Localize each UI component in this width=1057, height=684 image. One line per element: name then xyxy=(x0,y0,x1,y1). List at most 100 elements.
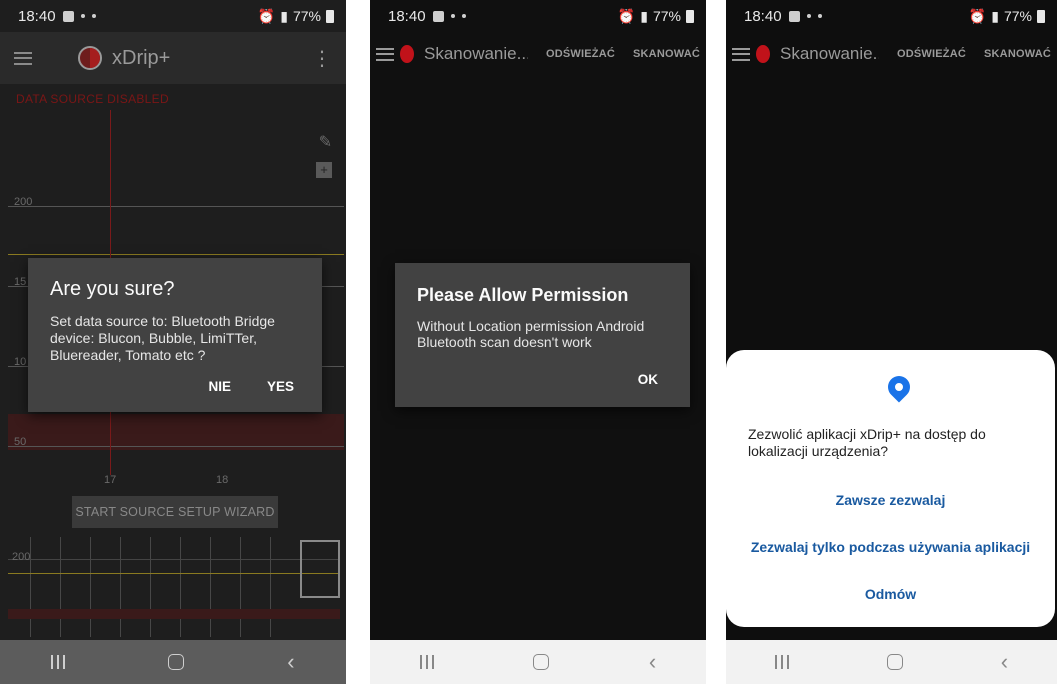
mini-low-band xyxy=(8,609,340,619)
phone-screen-xdrip-main: 18:40 ⏰ ▮ 77% xDrip+ ⋮ DATA SOURCE DISAB… xyxy=(0,0,346,684)
notification-dot-icon xyxy=(91,14,96,18)
system-nav-bar: ‹ xyxy=(0,640,346,684)
dialog-message: Without Location permission Android Blue… xyxy=(417,318,645,350)
back-icon[interactable]: ‹ xyxy=(287,651,294,673)
allow-always-button[interactable]: Zawsze zezwalaj xyxy=(726,492,1055,508)
home-icon[interactable] xyxy=(533,654,550,670)
allow-while-using-button[interactable]: Zezwalaj tylko podczas używania aplikacj… xyxy=(726,539,1055,555)
xdrip-logo-icon xyxy=(400,45,414,63)
toolbar-title: Skanowanie... xyxy=(780,44,879,63)
mini-gridline xyxy=(210,537,211,637)
mini-gridline xyxy=(60,537,61,637)
status-time: 18:40 xyxy=(744,7,782,25)
dialog-message: Set data source to: Bluetooth Bridge dev… xyxy=(50,313,275,363)
phone-screen-location-permission: 18:40 ⏰ ▮ 77% Skanowanie... ODŚWIEŻAĆ SK… xyxy=(726,0,1057,684)
alarm-icon: ⏰ xyxy=(968,7,987,24)
dialog-actions: NIE YES xyxy=(208,379,294,394)
recents-icon[interactable] xyxy=(51,655,66,669)
battery-icon xyxy=(686,9,694,23)
battery-percent: 77% xyxy=(292,8,321,24)
battery-percent: 77% xyxy=(652,8,681,24)
alarm-icon: ⏰ xyxy=(617,7,636,24)
back-icon[interactable]: ‹ xyxy=(649,651,656,673)
gridline xyxy=(8,446,344,447)
permission-dialog: Please Allow Permission Without Location… xyxy=(395,263,690,407)
status-time: 18:40 xyxy=(388,7,426,25)
location-notification-icon xyxy=(80,14,85,18)
mini-gridline xyxy=(90,537,91,637)
xdrip-logo-icon xyxy=(78,46,102,70)
xdrip-logo-icon xyxy=(756,45,770,63)
mini-gridline xyxy=(8,559,340,560)
scan-button[interactable]: SKANOWAĆ xyxy=(984,48,1051,60)
home-icon[interactable] xyxy=(168,654,185,670)
signal-icon: ▮ xyxy=(991,7,999,24)
phone-screen-scan-permission: 18:40 ⏰ ▮ 77% Skanowanie... ODŚWIEŻAĆ SK… xyxy=(370,0,706,684)
dialog-title: Please Allow Permission xyxy=(417,285,629,305)
gallery-notification-icon xyxy=(432,10,444,22)
hamburger-icon[interactable] xyxy=(376,47,394,61)
mini-gridline xyxy=(120,537,121,637)
location-notification-icon xyxy=(806,14,811,18)
status-time: 18:40 xyxy=(18,7,56,25)
high-threshold-line xyxy=(8,254,344,255)
alarm-icon: ⏰ xyxy=(257,7,276,24)
system-nav-bar: ‹ xyxy=(370,640,706,684)
gridline xyxy=(8,206,344,207)
battery-percent: 77% xyxy=(1003,8,1032,24)
x-label-17: 17 xyxy=(104,474,117,486)
data-source-status: DATA SOURCE DISABLED xyxy=(16,92,169,106)
recents-icon[interactable] xyxy=(419,655,434,669)
gallery-notification-icon xyxy=(62,10,74,22)
refresh-button[interactable]: ODŚWIEŻAĆ xyxy=(897,48,966,60)
app-title: xDrip+ xyxy=(112,46,171,69)
gallery-notification-icon xyxy=(788,10,800,22)
system-nav-bar: ‹ xyxy=(726,640,1057,684)
y-label-200: 200 xyxy=(14,196,33,208)
hamburger-icon[interactable] xyxy=(732,47,750,61)
signal-icon: ▮ xyxy=(280,7,288,24)
home-icon[interactable] xyxy=(886,654,903,670)
location-permission-sheet: Zezwolić aplikacji xDrip+ na dostęp do l… xyxy=(726,350,1055,627)
permission-message: Zezwolić aplikacji xDrip+ na dostęp do l… xyxy=(748,426,986,459)
status-bar: 18:40 ⏰ ▮ 77% xyxy=(370,0,706,32)
battery-icon xyxy=(1037,9,1045,23)
mini-gridline xyxy=(240,537,241,637)
mini-high-line xyxy=(8,573,340,574)
notification-dot-icon xyxy=(461,14,466,18)
notification-dot-icon xyxy=(817,14,822,18)
nie-button[interactable]: NIE xyxy=(208,379,231,394)
deny-button[interactable]: Odmów xyxy=(726,586,1055,602)
app-toolbar: xDrip+ ⋮ xyxy=(0,32,346,84)
y-label-50: 50 xyxy=(14,436,27,448)
status-bar: 18:40 ⏰ ▮ 77% xyxy=(726,0,1057,32)
overflow-menu-icon[interactable]: ⋮ xyxy=(312,46,332,71)
mini-gridline xyxy=(270,537,271,637)
refresh-button[interactable]: ODŚWIEŻAĆ xyxy=(546,48,615,60)
x-label-18: 18 xyxy=(216,474,229,486)
toolbar-title: Skanowanie... xyxy=(424,44,528,63)
mini-gridline xyxy=(150,537,151,637)
preview-selection-window[interactable] xyxy=(300,540,340,598)
ok-button[interactable]: OK xyxy=(638,372,658,387)
back-icon[interactable]: ‹ xyxy=(1001,651,1008,673)
signal-icon: ▮ xyxy=(640,7,648,24)
scan-toolbar: Skanowanie... ODŚWIEŻAĆ SKANOWAĆ xyxy=(370,32,706,76)
location-notification-icon xyxy=(450,14,455,18)
scan-toolbar: Skanowanie... ODŚWIEŻAĆ SKANOWAĆ xyxy=(726,32,1057,76)
battery-icon xyxy=(326,9,334,23)
mini-y-label-200: 200 xyxy=(12,551,31,563)
location-pin-icon xyxy=(883,371,915,403)
preview-chart[interactable]: 200 xyxy=(8,537,340,637)
recents-icon[interactable] xyxy=(774,655,789,669)
y-label-150: 15 xyxy=(14,276,27,288)
mini-gridline xyxy=(180,537,181,637)
scan-button[interactable]: SKANOWAĆ xyxy=(633,48,700,60)
yes-button[interactable]: YES xyxy=(267,379,294,394)
hamburger-icon[interactable] xyxy=(14,51,32,65)
dialog-title: Are you sure? xyxy=(50,278,175,300)
status-bar: 18:40 ⏰ ▮ 77% xyxy=(0,0,346,32)
low-range-band xyxy=(8,414,344,450)
confirm-data-source-dialog: Are you sure? Set data source to: Blueto… xyxy=(28,258,322,412)
start-source-setup-wizard-button[interactable]: START SOURCE SETUP WIZARD xyxy=(72,496,278,528)
